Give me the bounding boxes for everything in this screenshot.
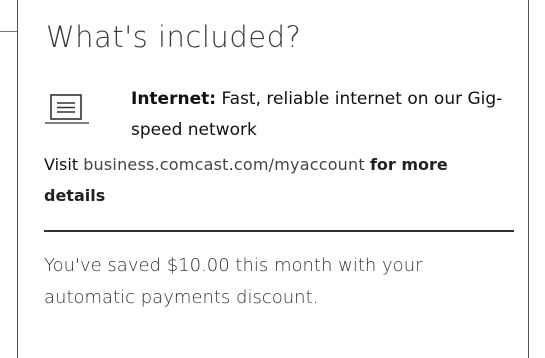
savings-message: You've saved $10.00 this month with your… bbox=[44, 255, 423, 308]
visit-prefix: Visit bbox=[44, 155, 79, 174]
edge-tick bbox=[0, 31, 17, 32]
divider bbox=[44, 230, 514, 232]
laptop-icon bbox=[45, 94, 89, 124]
included-item: Internet: Fast, reliable internet on our… bbox=[131, 84, 516, 146]
visit-line: Visit business.comcast.com/myaccount for… bbox=[44, 149, 514, 211]
section-title: What's included? bbox=[46, 20, 302, 54]
item-label: Internet: bbox=[131, 89, 217, 109]
account-link[interactable]: business.comcast.com/myaccount bbox=[83, 155, 365, 174]
